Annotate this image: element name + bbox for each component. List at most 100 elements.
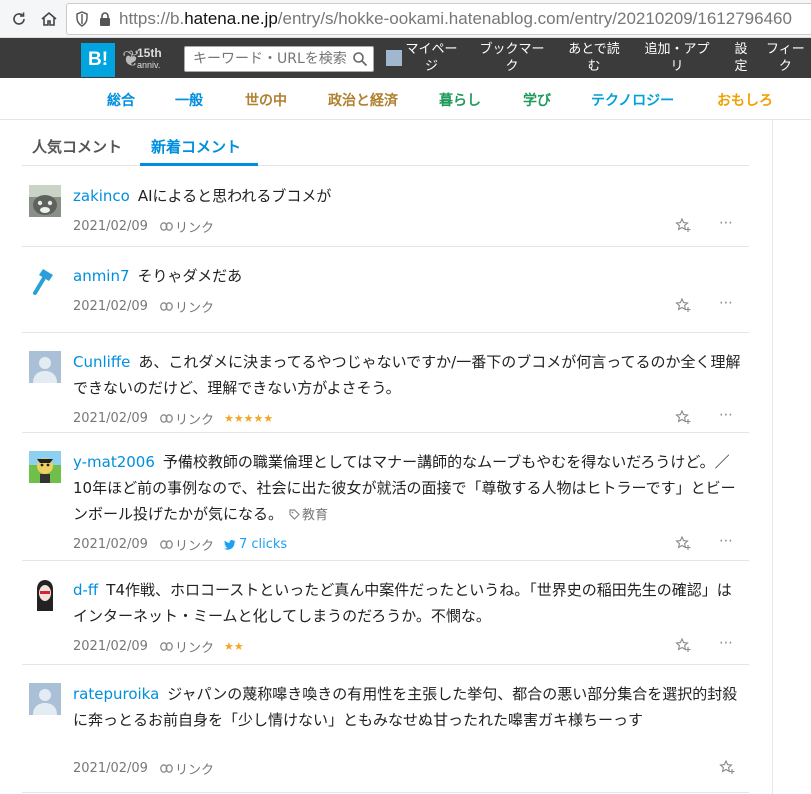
url-prefix: https://b. [119, 9, 185, 28]
add-star-icon[interactable] [675, 535, 691, 551]
hatena-bookmark-logo[interactable]: B! [81, 43, 115, 77]
site-header: B! ❦ 15th anniv. マイペー ジ ブックマー ク あとで読 む 追… [0, 38, 811, 78]
more-icon[interactable]: ⋯ [719, 295, 734, 311]
menu-mypage-label: マイペー ジ [405, 42, 458, 74]
add-star-icon[interactable] [675, 217, 691, 233]
avatar[interactable] [29, 683, 61, 715]
avatar[interactable] [29, 579, 61, 611]
comment-username[interactable]: ratepuroika [73, 685, 159, 703]
category-life[interactable]: 暮らし [439, 90, 481, 110]
sidebar-divider [772, 120, 773, 794]
star-rating[interactable]: ★★★★★ [224, 412, 273, 425]
reload-icon[interactable] [8, 8, 30, 30]
url-bar[interactable]: https://b. hatena.ne.jp/entry/s/hokke-ook… [66, 3, 811, 35]
comment-link[interactable]: リンク [160, 535, 214, 554]
comment-tag-label: 教育 [302, 508, 329, 523]
link-icon [160, 540, 173, 549]
comment-item: Cunliffe あ、これダメに決まってるやつじゃないですか/一番下のブコメが何言… [22, 333, 749, 433]
lock-icon[interactable] [99, 12, 111, 26]
comment-username[interactable]: Cunliffe [73, 353, 130, 371]
twitter-clicks[interactable]: 7 clicks [223, 537, 288, 552]
tab-popular-comments[interactable]: 人気コメント [32, 136, 122, 157]
anniversary-badge[interactable]: ❦ 15th anniv. [122, 45, 174, 73]
comment-link-label: リンク [174, 763, 214, 778]
avatar[interactable] [29, 351, 61, 383]
category-knowledge[interactable]: 学び [523, 90, 551, 110]
link-icon [160, 414, 173, 423]
more-icon[interactable]: ⋯ [719, 215, 734, 231]
avatar[interactable] [29, 185, 61, 217]
comment-item: d-ff T4作戦、ホロコーストといったど真ん中案件だったというね。「世界史の稲田… [22, 561, 749, 665]
category-it[interactable]: テクノロジー [591, 90, 674, 110]
category-economics[interactable]: 政治と経済 [328, 90, 398, 110]
add-star-icon[interactable] [675, 297, 691, 313]
menu-read-later[interactable]: あとで読 む [560, 38, 628, 78]
comment-body: AIによると思われるブコメが [137, 187, 332, 205]
comment-link-label: リンク [174, 301, 214, 316]
comment-link-label: リンク [174, 539, 214, 554]
comment-date[interactable]: 2021/02/09 [73, 761, 148, 776]
more-icon[interactable]: ⋯ [719, 533, 734, 549]
search-input[interactable] [193, 51, 353, 67]
category-social[interactable]: 世の中 [245, 90, 287, 110]
comment-link[interactable]: リンク [160, 409, 214, 428]
comment-link[interactable]: リンク [160, 217, 214, 236]
menu-bookmark[interactable]: ブックマー ク [472, 38, 552, 78]
comment-item: zakinco AIによると思われるブコメが 2021/02/09 リンク ⋯ [22, 167, 749, 247]
active-tab-indicator [140, 163, 258, 166]
comment-link-label: リンク [174, 641, 214, 656]
category-nav: 総合 一般 世の中 政治と経済 暮らし 学び テクノロジー おもしろ [0, 78, 811, 120]
search-icon[interactable] [352, 51, 368, 67]
comment-item: ratepuroika ジャパンの蔑称嗥き喚きの有用性を主張した挙句、都合の悪い部… [22, 665, 749, 793]
twitter-clicks-label: 7 clicks [238, 537, 288, 552]
avatar[interactable] [29, 451, 61, 483]
avatar[interactable] [29, 265, 61, 297]
url-path: /entry/s/hokke-ookami.hatenablog.com/ent… [277, 9, 792, 28]
anniversary-number: 15th [137, 46, 162, 60]
shield-icon[interactable] [75, 11, 89, 27]
home-icon[interactable] [38, 8, 60, 30]
star-rating[interactable]: ★★ [224, 640, 244, 653]
comment-tabs: 人気コメント 新着コメント [22, 120, 749, 166]
add-star-icon[interactable] [719, 759, 735, 775]
comment-username[interactable]: d-ff [73, 581, 98, 599]
menu-mypage[interactable]: マイペー ジ [384, 38, 460, 78]
tab-new-comments[interactable]: 新着コメント [151, 136, 241, 157]
more-icon[interactable]: ⋯ [719, 407, 734, 423]
comment-tag[interactable]: 教育 [289, 508, 328, 523]
comment-link[interactable]: リンク [160, 297, 214, 316]
menu-settings[interactable]: 設 定 [726, 38, 756, 78]
url-host: hatena.ne.jp [184, 9, 278, 28]
comment-date[interactable]: 2021/02/09 [73, 411, 148, 426]
comment-link[interactable]: リンク [160, 759, 214, 778]
comment-body: ジャパンの蔑称嗥き喚きの有用性を主張した挙句、都合の悪い部分集合を選択的封殺に奔… [73, 685, 738, 729]
more-icon[interactable]: ⋯ [719, 635, 734, 651]
anniversary-text: anniv. [137, 60, 161, 70]
comment-link-label: リンク [174, 413, 214, 428]
browser-toolbar: https://b. hatena.ne.jp/entry/s/hokke-ook… [0, 0, 811, 38]
category-all[interactable]: 総合 [107, 90, 135, 110]
comment-date[interactable]: 2021/02/09 [73, 639, 148, 654]
comment-link-label: リンク [174, 221, 214, 236]
menu-feed[interactable]: フィー ク [766, 38, 811, 78]
comment-username[interactable]: anmin7 [73, 267, 130, 285]
link-icon [160, 642, 173, 651]
add-star-icon[interactable] [675, 637, 691, 653]
category-fun[interactable]: おもしろ [717, 90, 773, 110]
user-avatar-icon [386, 50, 403, 66]
comment-body: そりゃダメだあ [137, 267, 243, 285]
comment-username[interactable]: y-mat2006 [73, 453, 155, 471]
comment-body: T4作戦、ホロコーストといったど真ん中案件だったというね。「世界史の稲田先生の確… [73, 581, 732, 625]
comment-date[interactable]: 2021/02/09 [73, 537, 148, 552]
comment-date[interactable]: 2021/02/09 [73, 219, 148, 234]
category-general[interactable]: 一般 [175, 90, 203, 110]
comment-username[interactable]: zakinco [73, 187, 130, 205]
comment-body: 予備校教師の職業倫理としてはマナー講師的なムーブもやむを得ないだろうけど。／10… [73, 453, 736, 523]
search-box[interactable] [184, 46, 374, 72]
comment-item: anmin7 そりゃダメだあ 2021/02/09 リンク ⋯ [22, 247, 749, 333]
comment-link[interactable]: リンク [160, 637, 214, 656]
add-star-icon[interactable] [675, 409, 691, 425]
twitter-icon [223, 539, 236, 550]
comment-date[interactable]: 2021/02/09 [73, 299, 148, 314]
menu-add-app[interactable]: 追加・アプ リ [636, 38, 718, 78]
